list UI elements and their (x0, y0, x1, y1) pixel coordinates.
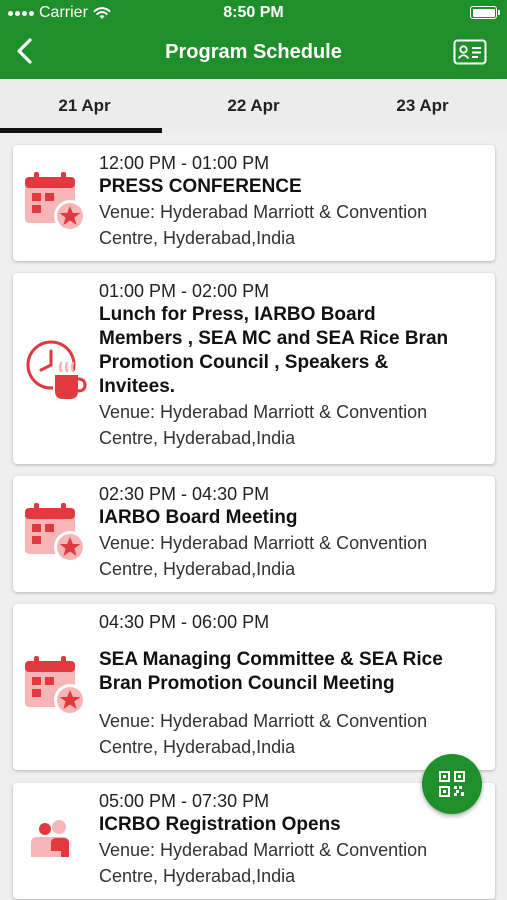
event-venue: Centre, Hyderabad,India (99, 428, 296, 448)
event-venue: Centre, Hyderabad,India (99, 228, 296, 248)
event-time: 04:30 PM - 06:00 PM (99, 612, 270, 632)
status-bar: Carrier 8:50 PM (0, 0, 507, 26)
event-title: PRESS CONFERENCE (99, 176, 302, 197)
event-title: ICRBO Registration Opens (99, 814, 341, 835)
nav-bar: Program Schedule (0, 26, 507, 79)
event-venue: Venue: Hyderabad Marriott & Convention (99, 402, 428, 422)
qr-scan-button[interactable] (422, 754, 482, 814)
calendar-star-icon (25, 503, 86, 563)
event-card[interactable]: 05:00 PM - 07:30 PM ICRBO Registration O… (13, 783, 495, 899)
tab-23-apr[interactable]: 23 Apr (338, 79, 507, 133)
event-details: 01:00 PM - 02:00 PM Lunch for Press, IAR… (99, 279, 485, 451)
event-card[interactable]: 01:00 PM - 02:00 PM Lunch for Press, IAR… (13, 273, 495, 464)
qr-code-icon (439, 771, 465, 797)
event-title-line: Lunch for Press, IARBO Board (99, 304, 376, 325)
event-card[interactable]: 12:00 PM - 01:00 PM PRESS CONFERENCE Ven… (13, 145, 495, 261)
event-card[interactable]: 02:30 PM - 04:30 PM IARBO Board Meeting … (13, 476, 495, 592)
id-card-button[interactable] (453, 39, 487, 65)
date-tabs: 21 Apr 22 Apr 23 Apr (0, 79, 507, 133)
calendar-star-icon (25, 172, 86, 232)
calendar-star-icon (25, 656, 86, 716)
event-time: 01:00 PM - 02:00 PM (99, 281, 270, 301)
event-venue: Centre, Hyderabad,India (99, 737, 296, 757)
event-details: 02:30 PM - 04:30 PM IARBO Board Meeting … (99, 482, 485, 582)
event-title-line: SEA Managing Committee & SEA Rice (99, 649, 443, 670)
event-details: 04:30 PM - 06:00 PM SEA Managing Committ… (99, 610, 485, 760)
event-venue: Centre, Hyderabad,India (99, 559, 296, 579)
battery-icon (470, 6, 500, 19)
event-venue: Venue: Hyderabad Marriott & Convention (99, 533, 428, 553)
registration-people-icon (31, 820, 69, 857)
event-title-line: Promotion Council , Speakers & (99, 352, 389, 373)
tab-22-apr[interactable]: 22 Apr (169, 79, 338, 133)
event-title-line: Invitees. (99, 376, 176, 397)
event-venue: Centre, Hyderabad,India (99, 866, 296, 886)
event-time: 02:30 PM - 04:30 PM (99, 484, 270, 504)
event-title-line: Bran Promotion Council Meeting (99, 673, 395, 694)
event-details: 12:00 PM - 01:00 PM PRESS CONFERENCE Ven… (99, 151, 485, 251)
event-time: 12:00 PM - 01:00 PM (99, 153, 270, 173)
status-time: 8:50 PM (223, 4, 284, 21)
event-card[interactable]: 04:30 PM - 06:00 PM SEA Managing Committ… (13, 604, 495, 770)
event-details: 05:00 PM - 07:30 PM ICRBO Registration O… (99, 789, 485, 889)
event-title-line: Members , SEA MC and SEA Rice Bran (99, 328, 449, 349)
event-venue: Venue: Hyderabad Marriott & Convention (99, 711, 428, 731)
page-title: Program Schedule (165, 41, 342, 63)
event-venue: Venue: Hyderabad Marriott & Convention (99, 840, 428, 860)
event-venue: Venue: Hyderabad Marriott & Convention (99, 202, 428, 222)
clock-cup-icon (26, 340, 87, 401)
event-title: IARBO Board Meeting (99, 507, 298, 528)
tab-21-apr[interactable]: 21 Apr (0, 79, 169, 133)
app-header: Carrier 8:50 PM Program Schedule (0, 0, 507, 79)
